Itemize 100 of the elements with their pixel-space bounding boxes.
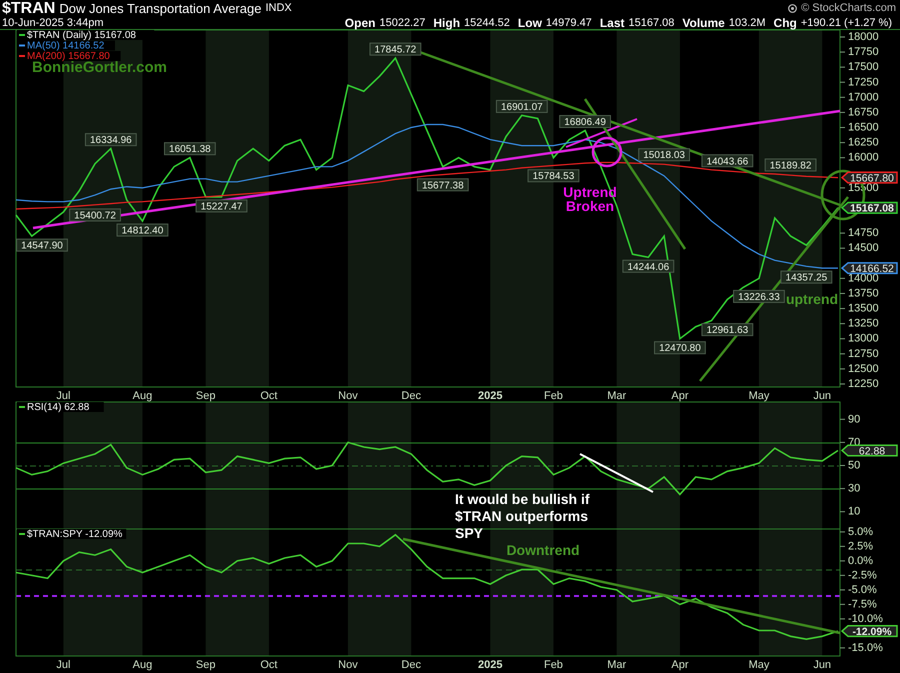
price-label: 16901.07 — [496, 100, 548, 113]
month-label: Mar — [607, 390, 626, 402]
value-tag: 15167.08 — [840, 202, 898, 215]
month-label: Jun — [813, 659, 832, 671]
axis-label: -7.5% — [848, 598, 877, 610]
month-label: Nov — [338, 659, 358, 671]
axis-label: 13000 — [848, 332, 879, 345]
quote-value: 103.2M — [728, 16, 766, 30]
axis-label: 17000 — [848, 91, 879, 104]
axis-label: 12250 — [848, 378, 879, 390]
axis-label: 16750 — [848, 106, 879, 118]
exchange-label: INDX — [265, 1, 292, 16]
date-time: 10-Jun-2025 3:44pm — [2, 16, 104, 30]
month-label: Sep — [196, 659, 216, 671]
price-label: 15784.53 — [528, 169, 580, 182]
month-label: Nov — [338, 390, 358, 402]
axis-label: 30 — [848, 482, 860, 495]
annotation-text: It would be bullish if $TRAN outperforms SPY — [455, 491, 590, 541]
price-label: 14244.06 — [622, 260, 674, 273]
annotation-text: Downtrend — [506, 542, 580, 558]
month-label: Sep — [196, 390, 216, 402]
axis-label: 17500 — [848, 61, 879, 74]
price-label: 15018.03 — [638, 148, 690, 162]
axis-label: 17750 — [848, 46, 879, 58]
legend-entry: RSI(14) 62.88 — [17, 402, 104, 413]
axis-label: 12500 — [848, 362, 879, 375]
legend-entry: MA(200) 15667.80 — [17, 51, 121, 62]
axis-label: 16000 — [848, 152, 879, 164]
quote-label: Chg — [774, 16, 797, 30]
credit-text: © StockCharts.com — [801, 1, 896, 16]
legend-entry: $TRAN:SPY -12.09% — [17, 529, 126, 540]
axis-label: 17250 — [848, 76, 879, 88]
price-label: 14547.90 — [16, 238, 68, 252]
price-label: 14357.25 — [780, 270, 832, 284]
axis-label: -10.0% — [848, 612, 883, 625]
ticker-symbol: $TRAN — [2, 0, 56, 16]
axis-label: -5.0% — [848, 584, 877, 596]
month-label: Oct — [260, 659, 278, 671]
value-tag: 15667.80 — [840, 172, 898, 184]
quote-value: +190.21 (+1.27 %) — [800, 16, 892, 30]
quote-value: 15022.27 — [379, 16, 426, 30]
price-label: 14043.66 — [701, 154, 754, 168]
price-label: 14812.40 — [116, 224, 168, 237]
month-label: Apr — [671, 390, 688, 402]
index-name: Dow Jones Transportation Average — [59, 0, 262, 16]
quote-label: Open — [344, 16, 376, 30]
quote-value: 15167.08 — [628, 16, 674, 30]
quote-label: Last — [600, 16, 624, 30]
month-label: Aug — [132, 390, 152, 402]
axis-label: 14750 — [848, 227, 879, 240]
axis-label: 50 — [848, 460, 860, 472]
price-label: 12961.63 — [701, 323, 754, 336]
month-label: Dec — [401, 390, 421, 402]
quote-label: High — [433, 16, 460, 30]
price-label: 15400.72 — [69, 208, 121, 222]
quote-value: 15244.52 — [464, 16, 510, 30]
price-label: 13226.33 — [733, 290, 785, 303]
price-label: 16334.96 — [84, 133, 137, 146]
axis-label: 13750 — [848, 287, 879, 300]
legend-entry: $TRAN (Daily) 15167.08 — [17, 30, 154, 41]
quote-label: Low — [518, 16, 542, 30]
month-label: Dec — [401, 659, 421, 671]
annotation-text: uptrend — [786, 291, 838, 307]
legend-entry: MA(50) 14166.52 — [17, 40, 115, 52]
axis-label: 0.0% — [848, 554, 874, 567]
price-label: 17845.72 — [369, 42, 422, 56]
quote-value: 14979.47 — [546, 16, 592, 30]
axis-label: 16250 — [848, 136, 879, 149]
value-tag: -12.09% — [840, 625, 898, 638]
value-tag: 62.88 — [840, 444, 898, 458]
quote-label: Volume — [682, 16, 725, 30]
axis-label: 14500 — [848, 242, 879, 254]
logo-icon — [788, 4, 798, 13]
axis-label: 14000 — [848, 272, 879, 284]
axis-label: 13500 — [848, 302, 879, 315]
axis-label: 2.5% — [848, 540, 874, 552]
axis-label: 12750 — [848, 348, 879, 360]
month-label: May — [748, 390, 770, 402]
axis-label: 13250 — [848, 318, 879, 330]
value-tag: 14166.52 — [840, 262, 898, 275]
axis-label: -2.5% — [848, 569, 877, 582]
axis-label: 5.0% — [848, 526, 874, 538]
month-label: Oct — [260, 390, 278, 402]
axis-label: 90 — [848, 413, 860, 426]
axis-label: -15.0% — [848, 642, 883, 654]
month-label: Jun — [813, 390, 832, 402]
highlight-circle — [592, 136, 622, 168]
axis-label: 16500 — [848, 122, 879, 134]
axis-label: 18000 — [848, 31, 879, 43]
month-label: Jul — [56, 390, 70, 402]
month-label: Feb — [544, 659, 563, 671]
price-label: 15677.38 — [416, 178, 469, 192]
month-label: Apr — [671, 659, 688, 671]
month-label: Jul — [56, 659, 70, 671]
month-label: Mar — [607, 659, 626, 671]
month-label: Aug — [132, 659, 152, 671]
month-label: 2025 — [478, 659, 502, 671]
price-label: 12470.80 — [654, 341, 706, 354]
price-label: 16051.38 — [164, 142, 216, 156]
month-label: 2025 — [478, 390, 502, 402]
